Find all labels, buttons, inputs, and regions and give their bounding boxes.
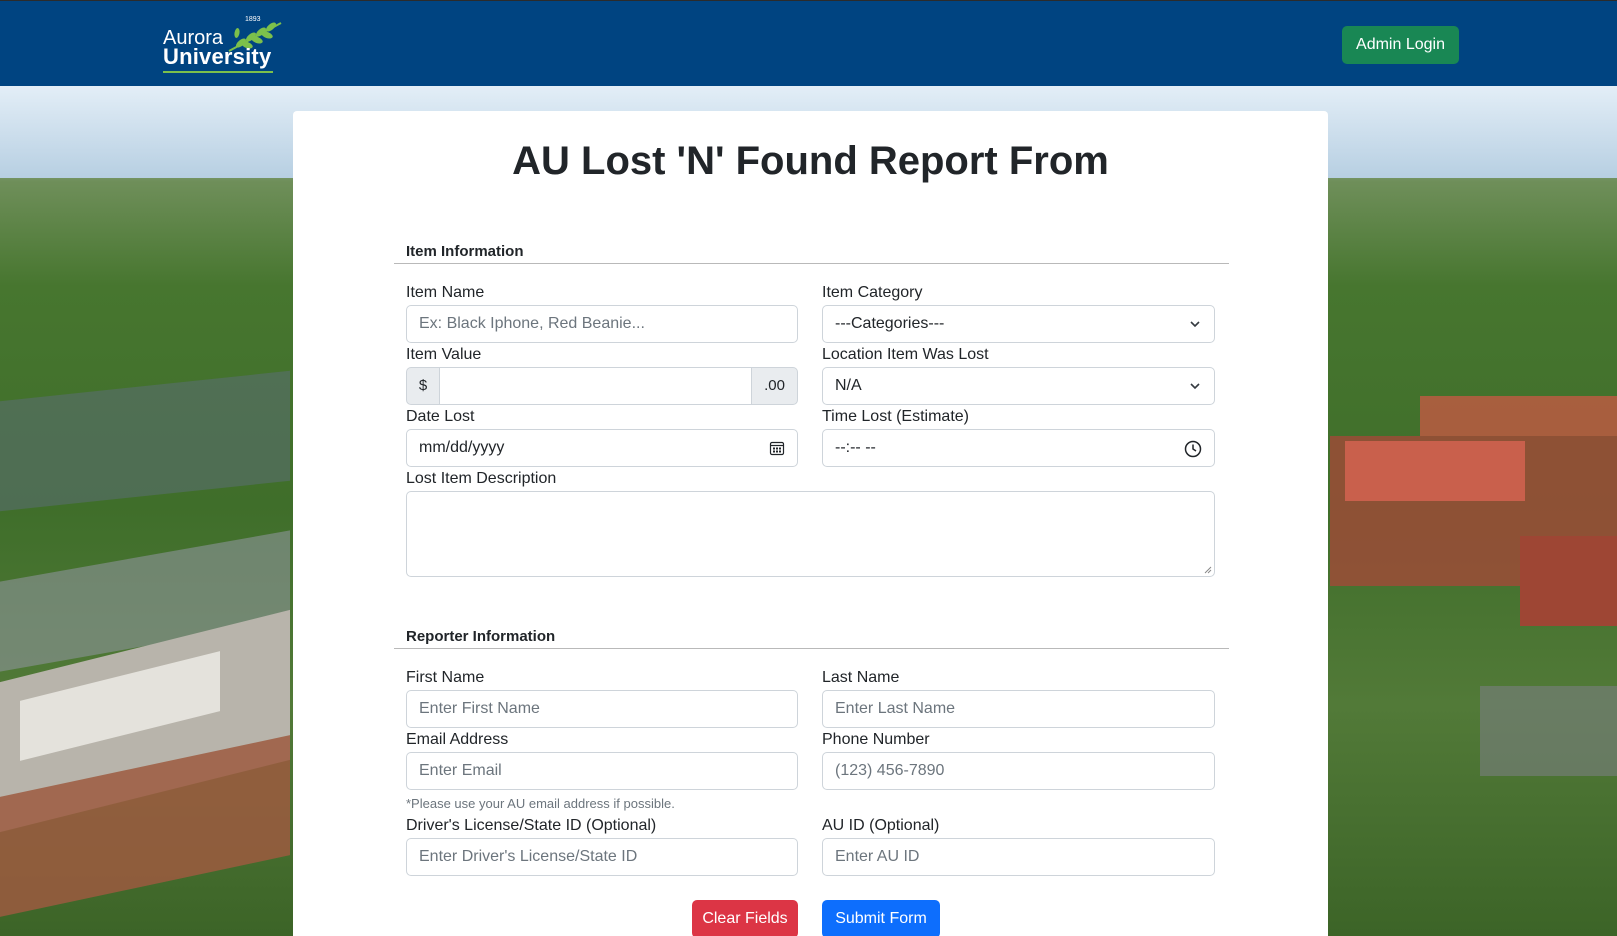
chevron-down-icon <box>1190 383 1200 390</box>
location-label: Location Item Was Lost <box>822 346 989 363</box>
license-label: Driver's License/State ID (Optional) <box>406 817 657 834</box>
phone-label: Phone Number <box>822 731 930 748</box>
submit-form-button[interactable]: Submit Form <box>822 900 940 936</box>
section-divider <box>394 648 1229 649</box>
chevron-down-icon <box>1190 321 1200 328</box>
reporter-information-heading: Reporter Information <box>406 628 556 645</box>
item-information-heading: Item Information <box>406 243 524 260</box>
first-name-input[interactable]: Enter First Name <box>406 690 798 728</box>
cents-suffix: .00 <box>751 367 798 405</box>
first-name-label: First Name <box>406 669 485 686</box>
clock-icon[interactable] <box>1184 440 1202 458</box>
item-value-input[interactable] <box>439 367 752 405</box>
item-name-label: Item Name <box>406 284 485 301</box>
item-category-select[interactable]: ---Categories--- <box>822 305 1215 343</box>
item-category-label: Item Category <box>822 284 923 301</box>
page-title: AU Lost 'N' Found Report From <box>512 139 1109 183</box>
logo-text-university: University <box>163 44 272 69</box>
date-lost-input[interactable]: mm/dd/yyyy <box>406 429 798 467</box>
license-input[interactable]: Enter Driver's License/State ID <box>406 838 798 876</box>
section-divider <box>394 263 1229 264</box>
item-value-label: Item Value <box>406 346 482 363</box>
time-lost-input[interactable]: --:-- -- <box>822 429 1215 467</box>
email-label: Email Address <box>406 731 509 748</box>
location-select[interactable]: N/A <box>822 367 1215 405</box>
location-value: N/A <box>835 377 862 394</box>
description-textarea[interactable] <box>406 491 1215 577</box>
date-lost-placeholder: mm/dd/yyyy <box>419 439 505 456</box>
aurora-university-logo[interactable]: 1893 Aurora University <box>163 15 285 73</box>
currency-prefix: $ <box>406 367 440 405</box>
admin-login-button[interactable]: Admin Login <box>1342 26 1459 64</box>
phone-input[interactable]: (123) 456-7890 <box>822 752 1215 790</box>
time-lost-placeholder: --:-- -- <box>835 439 876 456</box>
description-label: Lost Item Description <box>406 470 557 487</box>
calendar-icon[interactable] <box>769 440 785 456</box>
email-hint-note: *Please use your AU email address if pos… <box>406 796 675 811</box>
resize-handle-icon[interactable] <box>1204 566 1212 574</box>
item-name-input[interactable]: Ex: Black Iphone, Red Beanie... <box>406 305 798 343</box>
item-category-value: ---Categories--- <box>835 315 945 332</box>
logo-underline <box>163 71 273 73</box>
time-lost-label: Time Lost (Estimate) <box>822 408 969 425</box>
top-navbar: 1893 Aurora University Admin Login <box>0 0 1617 86</box>
last-name-label: Last Name <box>822 669 900 686</box>
au-id-input[interactable]: Enter AU ID <box>822 838 1215 876</box>
last-name-input[interactable]: Enter Last Name <box>822 690 1215 728</box>
date-lost-label: Date Lost <box>406 408 475 425</box>
au-id-label: AU ID (Optional) <box>822 817 940 834</box>
email-input[interactable]: Enter Email <box>406 752 798 790</box>
report-form-card: AU Lost 'N' Found Report From Item Infor… <box>293 111 1328 936</box>
clear-fields-button[interactable]: Clear Fields <box>692 900 798 936</box>
